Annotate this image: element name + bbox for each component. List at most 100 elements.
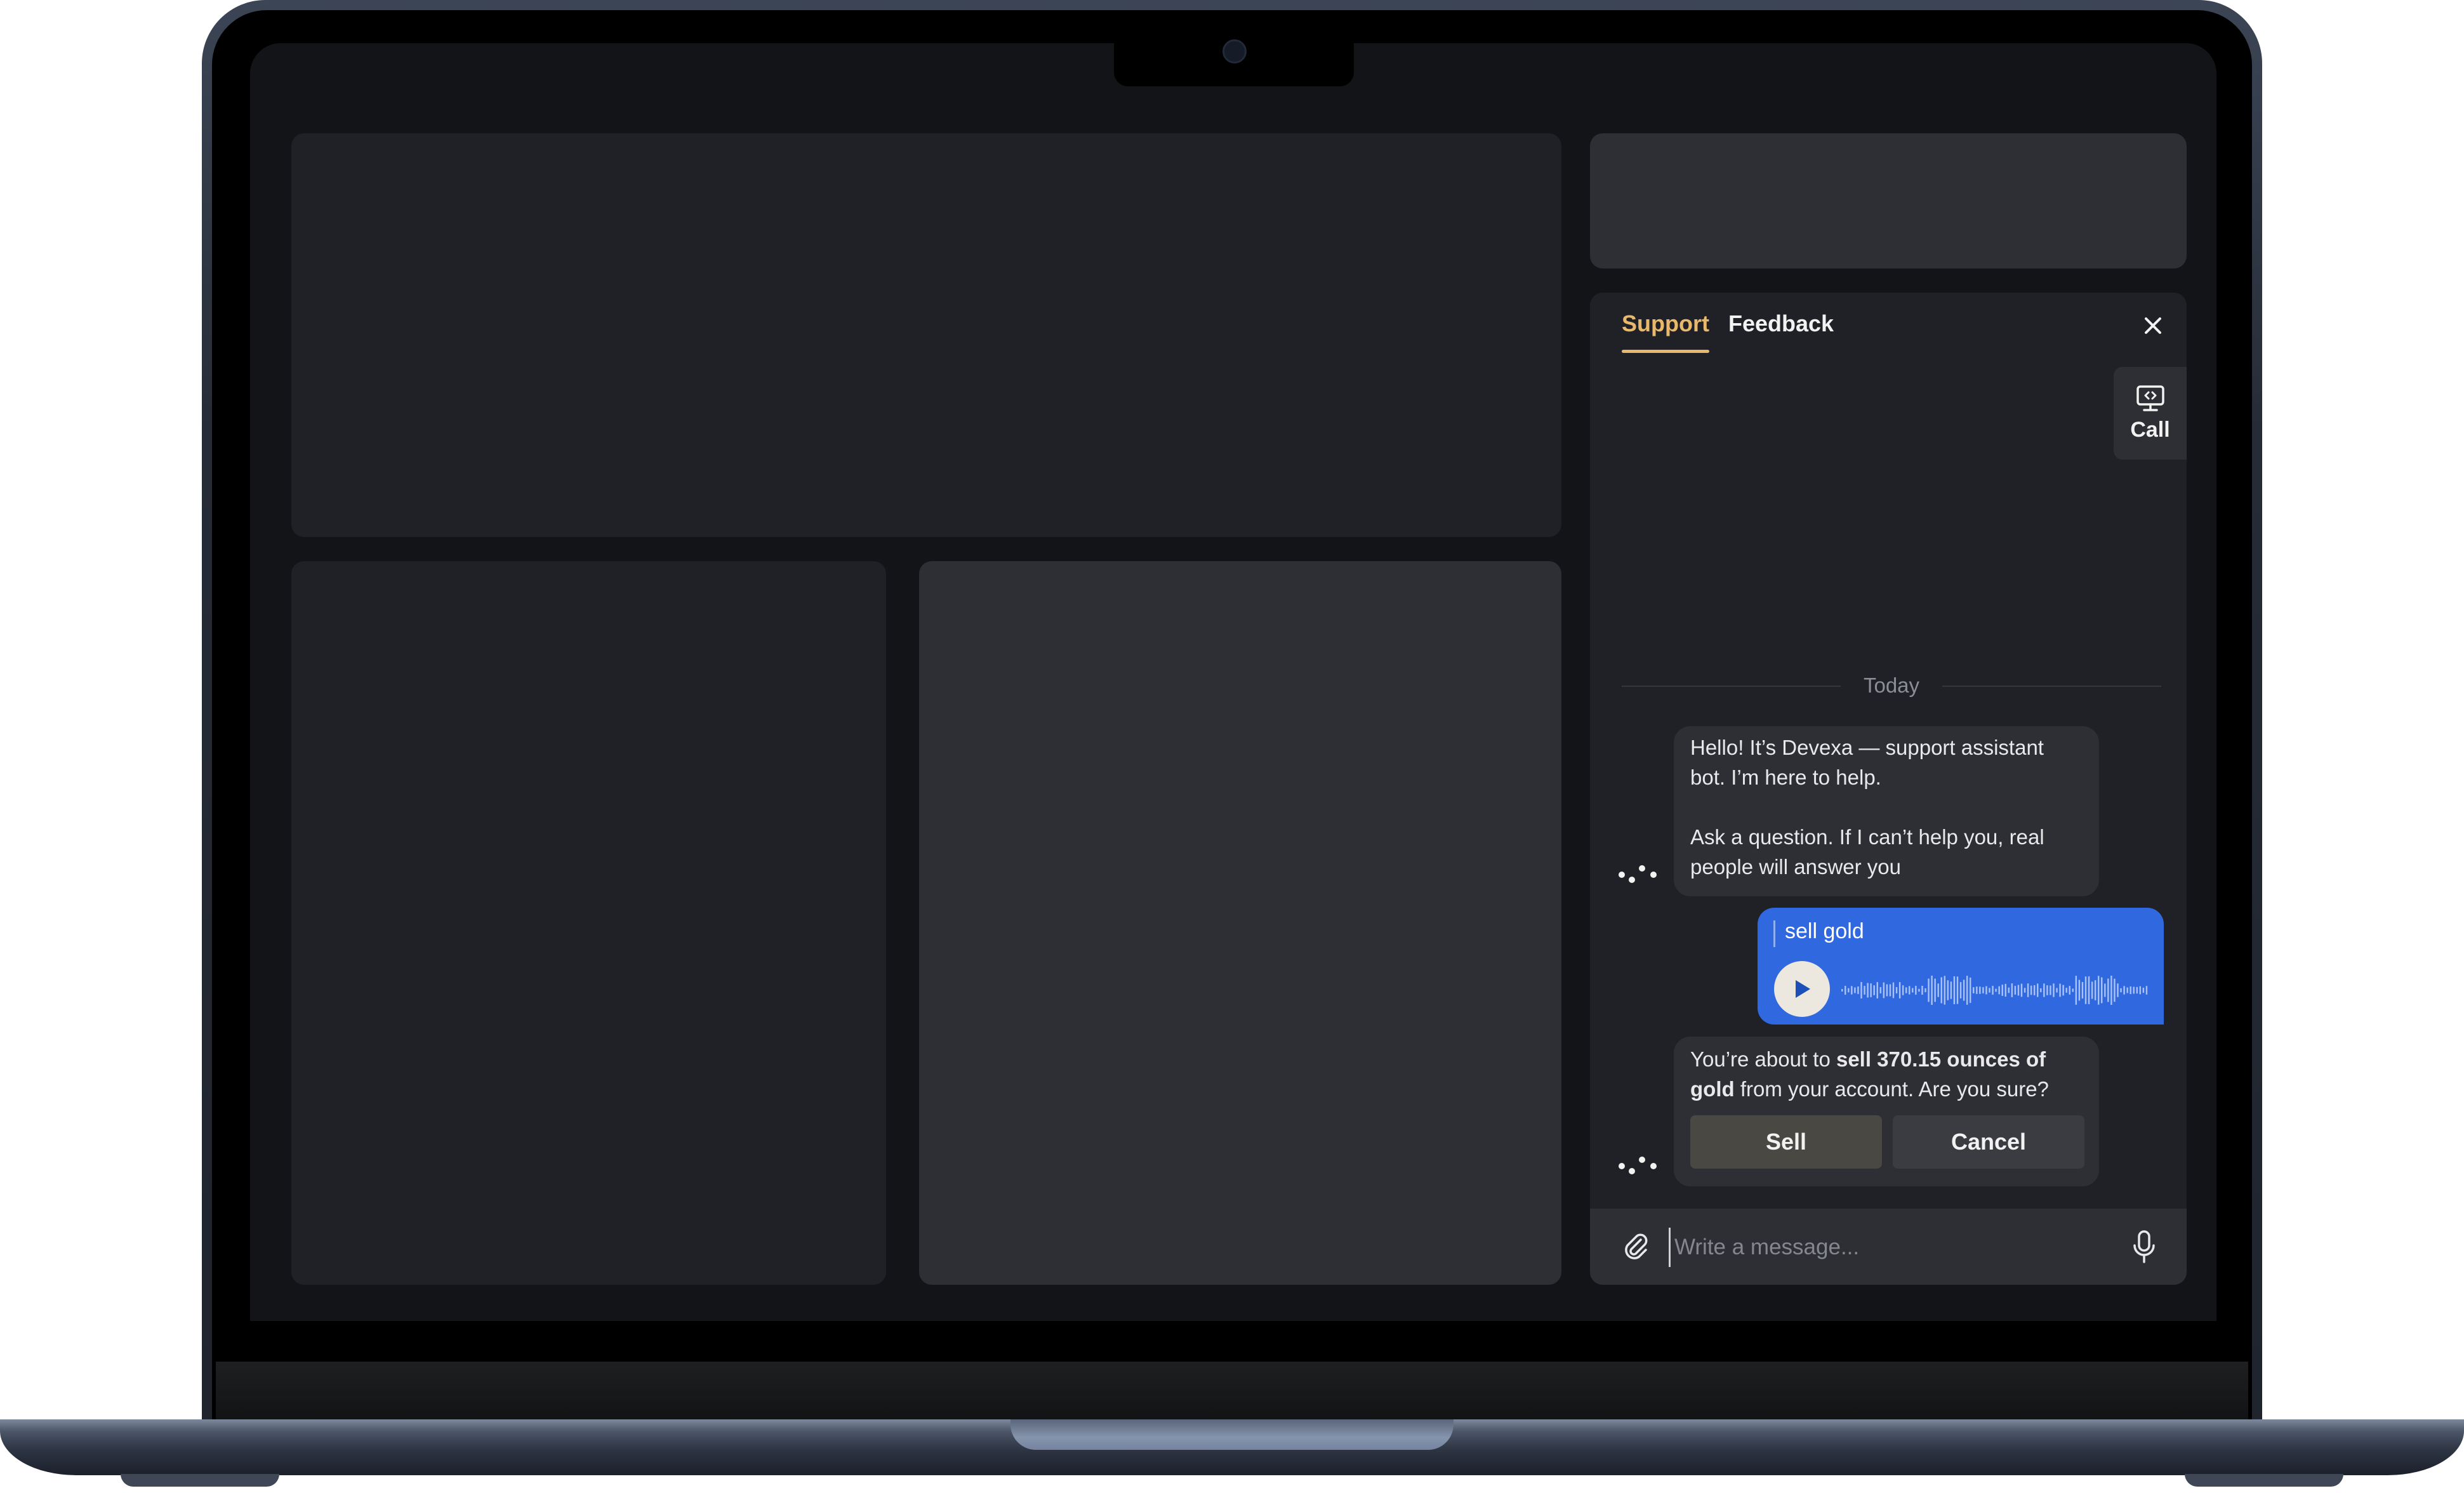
waveform-bar [1918,988,1920,992]
waveform-bar [1857,986,1859,994]
waveform-bar [2130,986,2131,995]
call-button[interactable]: Call [2114,367,2187,460]
waveform-bar [2088,976,2090,1004]
message-text: people will answer you [1690,855,1902,879]
laptop-foot [121,1474,279,1487]
voice-transcript: sell gold [1785,919,1864,943]
waveform-bar [2011,983,2013,997]
waveform-bar [2037,983,2039,997]
waveform-bar [2059,983,2061,997]
dashboard-card-bottom-right [919,561,1561,1285]
paperclip-icon[interactable] [1620,1231,1652,1263]
waveform-bar [2024,988,2026,993]
waveform-bar [1876,982,1878,999]
sell-button[interactable]: Sell [1690,1115,1882,1169]
waveform-bar [2110,976,2112,1005]
waveform-bar [1845,986,1846,995]
message-text-part: from your account. Are you sure? [1734,1077,2049,1101]
waveform-bar [2136,986,2138,994]
waveform-bar [1950,981,1952,999]
waveform-bar [1915,986,1917,995]
cancel-button[interactable]: Cancel [1893,1115,2084,1169]
waveform-bar [1937,983,1939,997]
waveform-bar [1848,988,1850,993]
waveform-bar [1989,988,1990,993]
camera-icon [1222,39,1247,63]
waveform-bar [1912,988,1914,993]
bot-dots-icon [1619,1157,1657,1174]
waveform-bar [2043,983,2045,997]
waveform-bar [1976,986,1978,994]
waveform-bar [1947,980,1949,1000]
waveform-bar [1909,986,1911,995]
waveform-bar [1934,978,1936,1002]
waveform-bar [2017,985,2020,996]
waveform-bar [2107,978,2109,1002]
message-text-bold: sell 370.15 ounces of [1836,1047,2046,1071]
sidebar-card-top [1590,133,2187,269]
waveform-bar [1970,978,1971,1003]
waveform-bar [1854,987,1856,993]
waveform-bar [1895,987,1898,993]
waveform-bar [2056,988,2058,993]
waveform-bar [1966,976,1968,1005]
waveform-bar [1879,987,1881,993]
waveform-bar [1873,985,1875,995]
message-input[interactable] [1669,1228,2088,1267]
bot-dots-icon [1619,865,1657,883]
waveform-bar [2014,986,2017,995]
waveform-bar [2075,976,2077,1005]
bot-message-greeting: Hello! It’s Devexa — support assistant b… [1674,726,2099,896]
waveform-bar [2030,985,2032,995]
waveform-bar [1940,977,1942,1004]
close-button[interactable] [2138,310,2168,341]
waveform-bar [1995,988,1997,992]
waveform-bar [2072,988,2074,992]
waveform-bar [1841,989,1843,992]
waveform-bar [2114,978,2116,1002]
laptop-chin [216,1362,2248,1420]
microphone-icon[interactable] [2128,1229,2160,1264]
play-button[interactable] [1774,961,1830,1017]
waveform-bar [1892,982,1895,999]
message-text: You’re about to sell 370.15 ounces of gol… [1690,1044,2096,1104]
waveform-bar [1953,976,1956,1004]
waveform-bar [2104,983,2106,997]
waveform-bar [2027,983,2029,997]
waveform-icon[interactable] [1840,971,2151,1009]
waveform-bar [1931,976,1933,1005]
laptop-foot [2185,1474,2343,1487]
waveform-bar [2001,985,2003,996]
waveform-bar [2139,986,2142,995]
message-text-part: You’re about to [1690,1047,1836,1071]
waveform-bar [1851,986,1853,995]
waveform-bar [1985,986,1987,995]
waveform-bar [2094,980,2096,1000]
message-text: bot. I’m here to help. [1690,766,1881,789]
waveform-bar [1898,982,1901,999]
waveform-bar [2062,985,2064,996]
tab-support[interactable]: Support [1622,310,1709,353]
waveform-bar [1928,978,1930,1002]
waveform-bar [2069,986,2070,995]
waveform-bar [1905,987,1907,993]
waveform-bar [1944,976,1945,1005]
message-composer [1590,1209,2187,1285]
waveform-bar [1963,979,1965,1001]
waveform-bar [2142,987,2145,993]
waveform-bar [1973,987,1975,993]
waveform-bar [2034,985,2036,995]
waveform-bar [2133,986,2135,994]
user-voice-message: sell gold [1758,908,2164,1025]
tab-feedback[interactable]: Feedback [1728,310,1834,337]
waveform-bar [2145,986,2148,995]
support-chat-panel: Support Feedback Call Today Hello! It’s … [1590,293,2187,1285]
laptop-hinge-groove [1010,1419,1454,1450]
close-icon [2145,317,2161,334]
waveform-bar [1956,976,1959,1004]
waveform-bar [2123,986,2125,995]
waveform-bar [2040,988,2042,993]
waveform-bar [1979,986,1981,994]
waveform-bar [1864,986,1865,995]
waveform-bar [1883,982,1885,999]
